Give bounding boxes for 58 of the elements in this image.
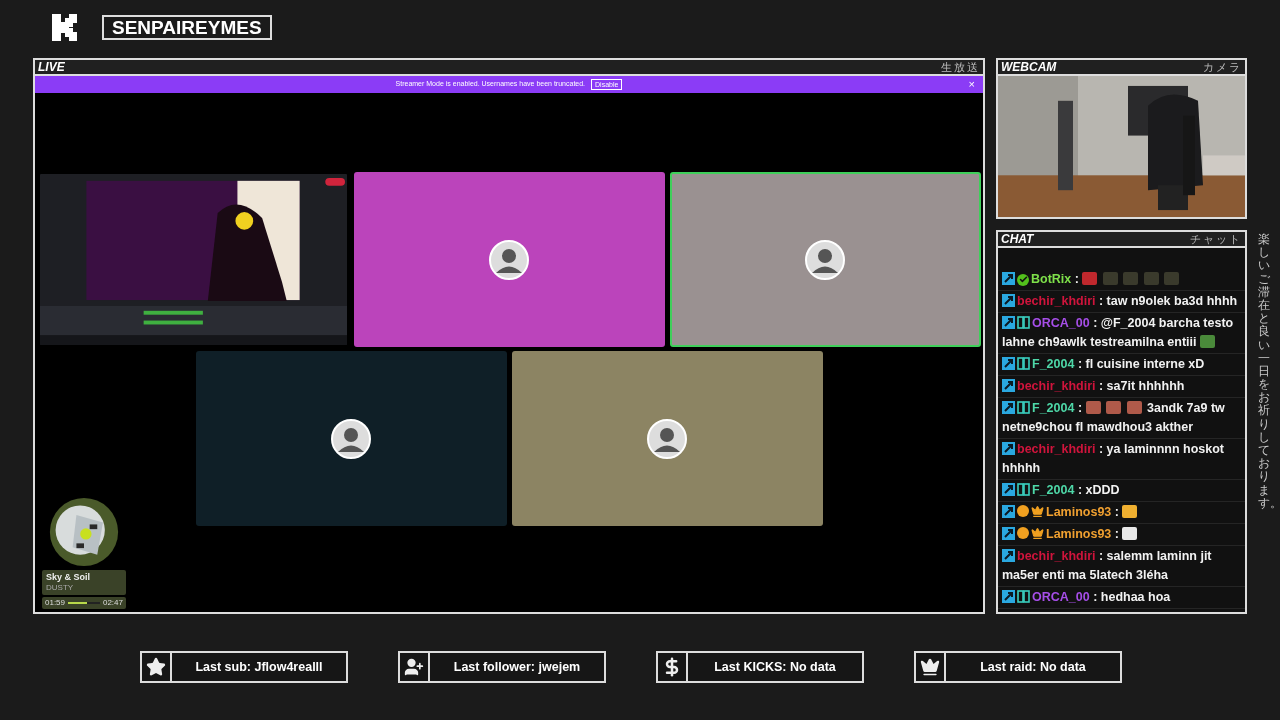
kick-badge-icon bbox=[1002, 505, 1015, 518]
kick-badge-icon bbox=[1002, 483, 1015, 496]
chat-message: bechir_khdiri : taw n9olek ba3d hhhh bbox=[998, 291, 1245, 313]
kick-badge-icon bbox=[1002, 401, 1015, 414]
avatar-icon bbox=[489, 239, 529, 280]
panel-title: CHAT bbox=[1001, 233, 1034, 245]
kick-badge-icon bbox=[1002, 527, 1015, 540]
subscriber-badge-icon bbox=[1017, 527, 1029, 539]
og-badge-icon bbox=[1017, 590, 1030, 603]
crown-badge-icon bbox=[1031, 505, 1044, 518]
user-plus-icon bbox=[404, 657, 424, 677]
total-time: 02:47 bbox=[102, 599, 123, 607]
chat-message: bechir_khdiri : ya laminnnn hoskot hhhhh bbox=[998, 439, 1245, 480]
panel-subtitle: 生放送 bbox=[941, 61, 980, 73]
kick-badge-icon bbox=[1002, 590, 1015, 603]
subscriber-badge-icon bbox=[1017, 505, 1029, 517]
track-artist: DUSTY bbox=[46, 583, 75, 593]
star-icon bbox=[146, 657, 166, 677]
chat-message: BotRix : bbox=[998, 269, 1245, 291]
logo-icon bbox=[52, 13, 77, 41]
avatar-icon bbox=[647, 418, 687, 459]
elapsed-time: 01:59 bbox=[45, 599, 66, 607]
kick-badge-icon bbox=[1002, 549, 1015, 562]
chat-message: bechir_khdiri : sa7it hhhhhh bbox=[998, 376, 1245, 398]
chat-message: F_2004 : 3andk 7a9 tw netne9chou fl mawdhou3 akther bbox=[998, 398, 1245, 439]
chat-message: ORCA_00 : hedhaa hoa bbox=[998, 587, 1245, 609]
og-badge-icon bbox=[1017, 401, 1030, 414]
verified-badge-icon bbox=[1017, 273, 1029, 286]
kick-badge-icon bbox=[1002, 294, 1015, 307]
chat-message: Laminos93 : bbox=[998, 502, 1245, 524]
track-title: Sky & Soil bbox=[46, 572, 91, 583]
og-badge-icon bbox=[1017, 316, 1030, 329]
panel-subtitle: チャット bbox=[1190, 233, 1242, 245]
og-badge-icon bbox=[1017, 357, 1030, 370]
panel-subtitle: カメラ bbox=[1203, 61, 1242, 73]
stat-text: Last follower: jwejem bbox=[452, 658, 582, 676]
crown-badge-icon bbox=[1031, 527, 1044, 540]
chat-message: F_2004 : xDDD bbox=[998, 480, 1245, 502]
avatar-icon bbox=[331, 418, 371, 459]
panel-title: WEBCAM bbox=[1001, 61, 1057, 73]
stat-text: Last raid: No data bbox=[979, 658, 1087, 676]
avatar-icon bbox=[805, 239, 845, 280]
kick-badge-icon bbox=[1002, 357, 1015, 370]
stat-text: Last sub: Jflow4realll bbox=[194, 658, 324, 676]
chat-message: Laminos93 : bbox=[998, 524, 1245, 546]
og-badge-icon bbox=[1017, 483, 1030, 496]
kick-badge-icon bbox=[1002, 316, 1015, 329]
stat-text: Last KICKS: No data bbox=[713, 658, 837, 676]
channel-name: SENPAIREYMES bbox=[102, 14, 272, 40]
kick-badge-icon bbox=[1002, 272, 1015, 285]
chat-message: ORCA_00 : @F_2004 barcha testo lahne ch9awlk testreamilna entiii bbox=[998, 313, 1245, 354]
crown-icon bbox=[920, 657, 940, 677]
chat-message: F_2004 : fl cuisine interne xD bbox=[998, 354, 1245, 376]
kick-badge-icon bbox=[1002, 379, 1015, 392]
chat-message: bechir_khdiri : salemm laminn jit ma5er enti ma 5latech 3léha bbox=[998, 546, 1245, 587]
kick-badge-icon bbox=[1002, 442, 1015, 455]
close-button[interactable]: × bbox=[968, 79, 975, 90]
panel-title: LIVE bbox=[38, 61, 65, 73]
